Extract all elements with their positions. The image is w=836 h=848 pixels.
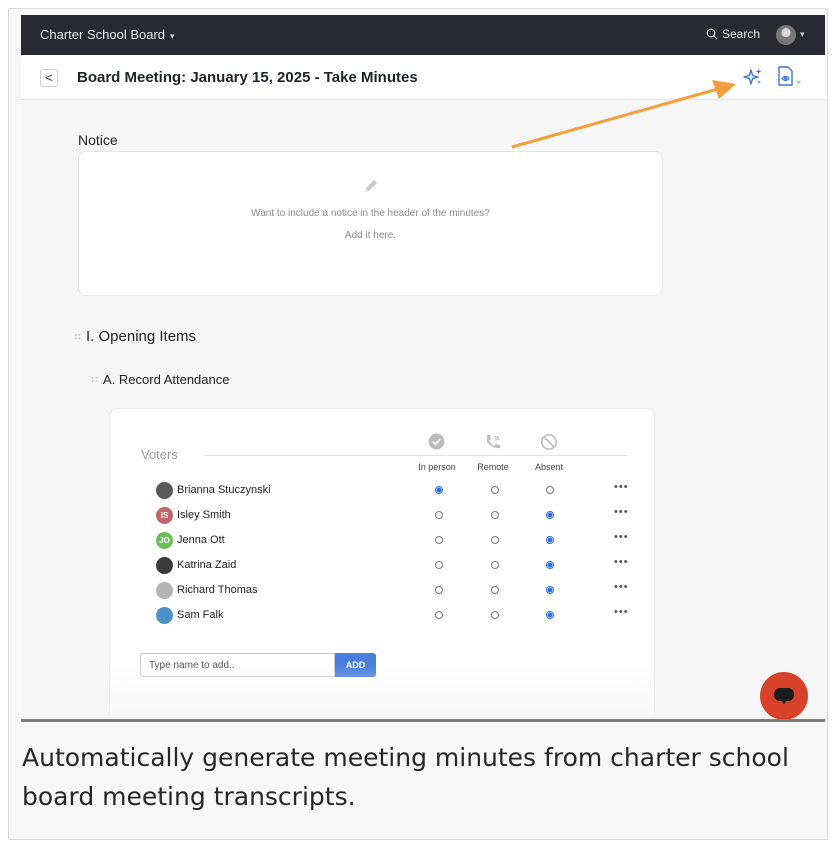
page-header: < Board Meeting: January 15, 2025 - Take… — [21, 55, 825, 100]
top-navigation-bar: Charter School Board ▾ Search ▾ — [21, 15, 825, 55]
avatar: IS — [156, 507, 173, 524]
radio-remote[interactable] — [491, 561, 499, 569]
radio-in-person[interactable] — [435, 586, 443, 594]
voter-row: IS Isley Smith ••• — [156, 506, 636, 528]
voter-row: Katrina Zaid ••• — [156, 556, 636, 578]
avatar — [156, 482, 173, 499]
search-icon — [706, 28, 718, 40]
search-label: Search — [722, 27, 761, 41]
section-title-text: I. Opening Items — [86, 328, 197, 345]
radio-absent[interactable] — [546, 486, 554, 494]
more-options-icon[interactable]: ••• — [614, 556, 629, 568]
avatar: JO — [156, 532, 173, 549]
radio-in-person[interactable] — [435, 611, 443, 619]
divider — [21, 719, 825, 722]
voter-name: Isley Smith — [177, 509, 231, 521]
voter-name: Richard Thomas — [177, 584, 258, 596]
agenda-item-title[interactable]: A. Record Attendance — [91, 372, 229, 387]
voter-row: Sam Falk ••• — [156, 606, 636, 628]
preview-icon[interactable] — [777, 66, 795, 86]
more-options-icon[interactable]: ••• — [614, 481, 629, 493]
voter-row: Richard Thomas ••• — [156, 581, 636, 603]
radio-remote[interactable] — [491, 536, 499, 544]
column-absent: Absent — [534, 462, 564, 472]
radio-absent[interactable] — [546, 561, 554, 569]
add-voter-form: ADD — [140, 653, 376, 677]
user-avatar[interactable] — [776, 25, 796, 45]
search-button[interactable]: Search — [706, 27, 760, 41]
back-button[interactable]: < — [40, 69, 58, 87]
voter-name: Jenna Ott — [177, 534, 225, 546]
page-title: Board Meeting: January 15, 2025 - Take M… — [77, 69, 418, 86]
voter-name: Katrina Zaid — [177, 559, 237, 571]
notice-editor[interactable]: Want to include a notice in the header o… — [78, 151, 663, 296]
app-window: Charter School Board ▾ Search ▾ < Board M… — [21, 15, 825, 721]
notice-add-link[interactable]: Add it here. — [79, 230, 662, 241]
caption-text: Automatically generate meeting minutes f… — [22, 743, 789, 811]
chevron-down-icon[interactable]: ⌄ — [795, 75, 803, 86]
sparkle-icon[interactable] — [743, 67, 763, 87]
more-options-icon[interactable]: ••• — [614, 506, 629, 518]
phone-icon — [487, 435, 500, 449]
radio-in-person[interactable] — [435, 511, 443, 519]
radio-remote[interactable] — [491, 486, 499, 494]
voter-name: Sam Falk — [177, 609, 224, 621]
more-options-icon[interactable]: ••• — [614, 531, 629, 543]
radio-absent[interactable] — [546, 511, 554, 519]
voters-label: Voters — [141, 447, 178, 462]
agenda-section-title[interactable]: I. Opening Items — [74, 328, 196, 345]
radio-in-person[interactable] — [435, 561, 443, 569]
avatar — [156, 557, 173, 574]
voter-name: Brianna Stuczynski — [177, 484, 271, 496]
chevron-down-icon: ▾ — [170, 31, 175, 41]
radio-in-person[interactable] — [435, 536, 443, 544]
chat-bubble-icon — [774, 688, 794, 704]
column-in-person: In person — [418, 462, 456, 472]
radio-absent[interactable] — [546, 611, 554, 619]
radio-absent[interactable] — [546, 536, 554, 544]
voter-row: JO Jenna Ott ••• — [156, 531, 636, 553]
drag-handle-icon[interactable] — [74, 333, 81, 340]
pencil-icon — [365, 180, 377, 192]
more-options-icon[interactable]: ••• — [614, 581, 629, 593]
chevron-down-icon[interactable]: ▾ — [800, 29, 805, 40]
chat-support-button[interactable] — [760, 672, 808, 720]
radio-absent[interactable] — [546, 586, 554, 594]
radio-remote[interactable] — [491, 586, 499, 594]
divider — [204, 455, 627, 456]
column-remote: Remote — [477, 462, 509, 472]
radio-remote[interactable] — [491, 611, 499, 619]
item-title-text: A. Record Attendance — [103, 372, 230, 387]
radio-in-person[interactable] — [435, 486, 443, 494]
add-voter-input[interactable] — [140, 653, 335, 677]
organization-name: Charter School Board — [40, 27, 166, 42]
notice-heading: Notice — [78, 132, 118, 148]
check-circle-icon — [428, 433, 445, 450]
absent-icon — [541, 434, 557, 450]
more-options-icon[interactable]: ••• — [614, 606, 629, 618]
add-voter-button[interactable]: ADD — [335, 653, 376, 677]
attendance-card: Voters In person Remote Absent Brianna S… — [109, 408, 655, 721]
radio-remote[interactable] — [491, 511, 499, 519]
notice-prompt: Want to include a notice in the header o… — [251, 208, 490, 219]
organization-switcher[interactable]: Charter School Board ▾ — [40, 27, 175, 42]
voter-row: Brianna Stuczynski ••• — [156, 481, 636, 503]
drag-handle-icon[interactable] — [91, 376, 98, 383]
avatar — [156, 582, 173, 599]
avatar — [156, 607, 173, 624]
